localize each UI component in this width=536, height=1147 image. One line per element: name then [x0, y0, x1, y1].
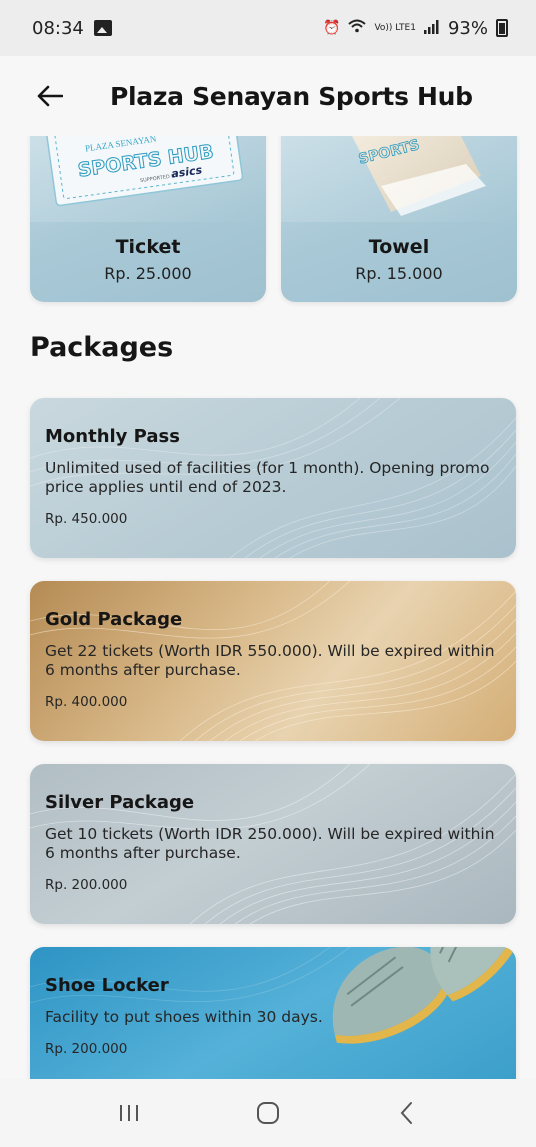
status-left: 08:34	[32, 18, 112, 39]
app-header: Plaza Senayan Sports Hub	[0, 56, 536, 136]
package-name: Shoe Locker	[45, 975, 169, 996]
package-price: Rp. 450.000	[45, 511, 128, 527]
home-icon[interactable]	[238, 1093, 298, 1133]
packages-heading: Packages	[30, 332, 174, 363]
package-card-silver[interactable]: Silver Package Get 10 tickets (Worth IDR…	[30, 764, 516, 924]
wifi-icon	[348, 19, 367, 37]
package-description: Unlimited used of facilities (for 1 mont…	[45, 459, 490, 496]
content-scroll[interactable]: PLAZA SENAYAN SPORTS HUB SUPPORTED BY as…	[0, 136, 536, 1079]
package-price: Rp. 400.000	[45, 694, 128, 710]
back-icon[interactable]	[377, 1093, 437, 1133]
package-price: Rp. 200.000	[45, 877, 128, 893]
package-price: Rp. 200.000	[45, 1041, 128, 1057]
battery-icon	[496, 19, 508, 37]
package-description: Get 10 tickets (Worth IDR 250.000). Will…	[45, 825, 495, 862]
package-text: Shoe Locker Facility to put shoes within…	[45, 975, 495, 1057]
ticket-image: PLAZA SENAYAN SPORTS HUB SUPPORTED BY as…	[30, 136, 266, 222]
package-name: Silver Package	[45, 792, 195, 813]
status-right: ⏰ Vo)) LTE1 93%	[323, 18, 508, 39]
recent-apps-icon[interactable]	[99, 1093, 159, 1133]
product-name: Ticket	[115, 236, 181, 258]
network-label: Vo)) LTE1	[374, 22, 416, 33]
signal-icon	[423, 18, 440, 39]
page-title: Plaza Senayan Sports Hub	[110, 81, 473, 111]
package-text: Monthly Pass Unlimited used of facilitie…	[45, 426, 495, 527]
package-text: Gold Package Get 22 tickets (Worth IDR 5…	[45, 609, 495, 710]
product-card-ticket[interactable]: PLAZA SENAYAN SPORTS HUB SUPPORTED BY as…	[30, 136, 266, 302]
package-card-monthly-pass[interactable]: Monthly Pass Unlimited used of facilitie…	[30, 398, 516, 558]
status-bar: 08:34 ⏰ Vo)) LTE1 93%	[0, 0, 536, 56]
package-card-shoe-locker[interactable]: Shoe Locker Facility to put shoes within…	[30, 947, 516, 1079]
towel-image: SPORTS	[281, 136, 517, 222]
product-price: Rp. 25.000	[104, 264, 192, 283]
product-row: PLAZA SENAYAN SPORTS HUB SUPPORTED BY as…	[30, 136, 517, 304]
package-description: Get 22 tickets (Worth IDR 550.000). Will…	[45, 642, 495, 679]
system-nav-bar	[0, 1079, 536, 1147]
product-card-towel[interactable]: SPORTS Towel Rp. 15.000	[281, 136, 517, 302]
package-description: Facility to put shoes within 30 days.	[45, 1008, 323, 1026]
package-name: Monthly Pass	[45, 426, 180, 447]
product-price: Rp. 15.000	[355, 264, 443, 283]
back-arrow-icon[interactable]	[36, 82, 64, 110]
package-text: Silver Package Get 10 tickets (Worth IDR…	[45, 792, 495, 893]
package-name: Gold Package	[45, 609, 183, 630]
package-card-gold[interactable]: Gold Package Get 22 tickets (Worth IDR 5…	[30, 581, 516, 741]
alarm-icon: ⏰	[323, 20, 341, 36]
battery-percent: 93%	[447, 17, 488, 39]
status-time: 08:34	[32, 17, 84, 39]
product-name: Towel	[368, 236, 430, 258]
gallery-notification-icon	[93, 20, 112, 36]
